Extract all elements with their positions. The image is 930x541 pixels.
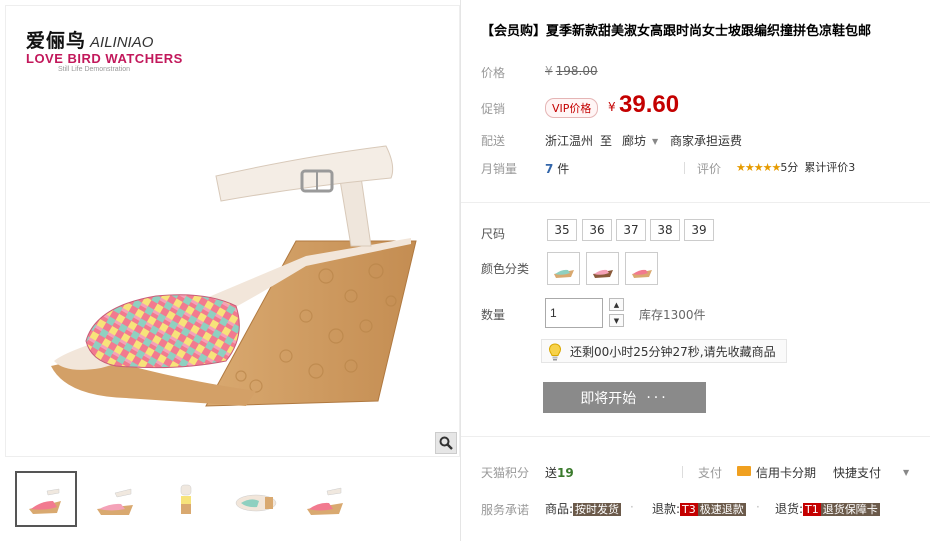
coming-soon-button[interactable]: 即将开始 ··· — [543, 382, 706, 413]
size-label: 尺码 — [481, 227, 506, 241]
points-amount: 19 — [557, 466, 574, 480]
chevron-down-icon: ▼ — [652, 137, 659, 146]
shipping-to-word: 至 — [600, 134, 613, 148]
rating-stars[interactable]: ★★★★★5分 累计评价3 — [736, 159, 855, 175]
thumbnail-5[interactable] — [295, 471, 357, 527]
brand-logo: 爱俪鸟 AILINIAO LOVE BIRD WATCHERS Still Lif… — [26, 26, 183, 73]
review-count[interactable]: 累计评价3 — [804, 161, 855, 174]
chevron-down-icon[interactable]: ▼ — [903, 468, 909, 477]
service-promise-label: 服务承诺 — [481, 503, 530, 517]
price-label: 价格 — [481, 66, 506, 80]
return-guarantee-badge[interactable]: 退货保障卡 — [820, 503, 880, 516]
divider — [461, 436, 930, 437]
product-gallery: 爱俪鸟 AILINIAO LOVE BIRD WATCHERS Still Lif… — [5, 5, 460, 541]
t3-badge: T3 — [680, 503, 698, 516]
monthly-sales-unit: 件 — [557, 162, 570, 176]
monthly-sales-label: 月销量 — [481, 162, 518, 176]
on-time-delivery-badge[interactable]: 按时发货 — [573, 503, 622, 516]
service-return: 退货: T1 退货保障卡 — [775, 500, 880, 517]
color-option-2[interactable] — [586, 252, 619, 285]
brand-name-cn: 爱俪鸟 — [26, 30, 87, 52]
currency-symbol: ¥ — [545, 64, 553, 78]
service-return-prefix: 退货: — [775, 502, 804, 516]
service-goods-prefix: 商品: — [545, 502, 574, 516]
brand-tagline: Still Life Demonstration — [58, 66, 130, 73]
size-option-35[interactable]: 35 — [547, 219, 577, 241]
thumbnail-strip — [15, 471, 365, 527]
shipping-fee-note: 商家承担运费 — [670, 134, 743, 148]
fast-refund-badge[interactable]: 极速退款 — [697, 503, 746, 516]
magnifier-icon — [439, 436, 453, 450]
countdown-notice: 还剩00小时25分钟27秒,请先收藏商品 — [541, 339, 787, 363]
original-price: ¥198.00 — [545, 64, 598, 78]
credit-card-installment[interactable]: 信用卡分期 — [756, 464, 816, 481]
quantity-decrease-button[interactable]: ▼ — [609, 314, 624, 327]
size-option-38[interactable]: 38 — [650, 219, 680, 241]
separator-dot: · — [756, 500, 760, 514]
divider — [684, 162, 685, 174]
lightbulb-icon — [548, 343, 562, 361]
monthly-sales-count: 7 — [545, 162, 554, 176]
shipping-destination-text: 廊坊 — [622, 134, 647, 148]
divider — [461, 202, 930, 203]
separator-dot: · — [630, 500, 634, 514]
price-section: 价格 ¥198.00 促销 VIP价格 ¥ 39.60 配送 浙江温州 至 廊坊… — [461, 48, 930, 188]
shipping-label: 配送 — [481, 134, 506, 148]
main-product-image[interactable]: 爱俪鸟 AILINIAO LOVE BIRD WATCHERS Still Lif… — [5, 5, 460, 457]
vip-price-tag: VIP价格 — [545, 98, 599, 118]
brand-name-en: AILINIAO — [90, 34, 154, 51]
quantity-increase-button[interactable]: ▲ — [609, 298, 624, 311]
promo-label: 促销 — [481, 102, 506, 116]
button-dots: ··· — [646, 389, 669, 406]
promo-price-value: 39.60 — [619, 91, 680, 118]
product-title: 【会员购】夏季新款甜美淑女高跟时尚女士坡跟编织撞拼色凉鞋包邮 — [481, 24, 872, 39]
thumbnail-1[interactable] — [15, 471, 77, 527]
brand-slogan: LOVE BIRD WATCHERS — [26, 51, 183, 66]
tmall-points-value: 送19 — [545, 464, 574, 481]
divider — [682, 466, 683, 478]
size-option-36[interactable]: 36 — [582, 219, 612, 241]
color-option-3[interactable] — [625, 252, 658, 285]
credit-card-icon — [737, 466, 751, 476]
quick-pay-option[interactable]: 快捷支付 — [833, 464, 881, 481]
shipping-from: 浙江温州 — [545, 134, 594, 148]
chevron-down-icon: ▼ — [613, 316, 620, 325]
color-label: 颜色分类 — [481, 262, 530, 276]
points-prefix: 送 — [545, 466, 558, 480]
size-option-37[interactable]: 37 — [616, 219, 646, 241]
service-refund: 退款: T3 极速退款 — [652, 500, 746, 517]
quantity-input[interactable] — [545, 298, 603, 328]
size-option-39[interactable]: 39 — [684, 219, 714, 241]
original-price-value: 198.00 — [555, 64, 598, 78]
thumbnail-2[interactable] — [85, 471, 147, 527]
rating-label: 评价 — [697, 162, 722, 176]
service-goods: 商品: 按时发货 — [545, 500, 622, 517]
product-info-panel: 【会员购】夏季新款甜美淑女高跟时尚女士坡跟编织撞拼色凉鞋包邮 价格 ¥198.0… — [460, 0, 930, 541]
shipping-destination[interactable]: 廊坊 ▼ — [622, 132, 658, 149]
stock-text: 库存1300件 — [639, 308, 706, 322]
rating-score: 5分 — [780, 161, 799, 174]
quantity-label: 数量 — [481, 308, 506, 322]
coming-soon-label: 即将开始 — [580, 390, 637, 407]
chevron-up-icon: ▲ — [613, 300, 620, 309]
sandal-image — [51, 145, 417, 407]
star-icon: ★★★★★ — [736, 161, 781, 174]
color-option-1[interactable] — [547, 252, 580, 285]
zoom-button[interactable] — [435, 432, 457, 454]
promo-currency: ¥ — [608, 100, 616, 114]
t1-badge: T1 — [803, 503, 821, 516]
service-refund-prefix: 退款: — [652, 502, 681, 516]
thumbnail-3[interactable] — [155, 471, 217, 527]
payment-label: 支付 — [698, 466, 723, 480]
tmall-points-label: 天猫积分 — [481, 466, 530, 480]
monthly-sales-value: 7 件 — [545, 160, 569, 177]
countdown-text: 还剩00小时25分钟27秒,请先收藏商品 — [570, 344, 776, 359]
thumbnail-4[interactable] — [225, 471, 287, 527]
